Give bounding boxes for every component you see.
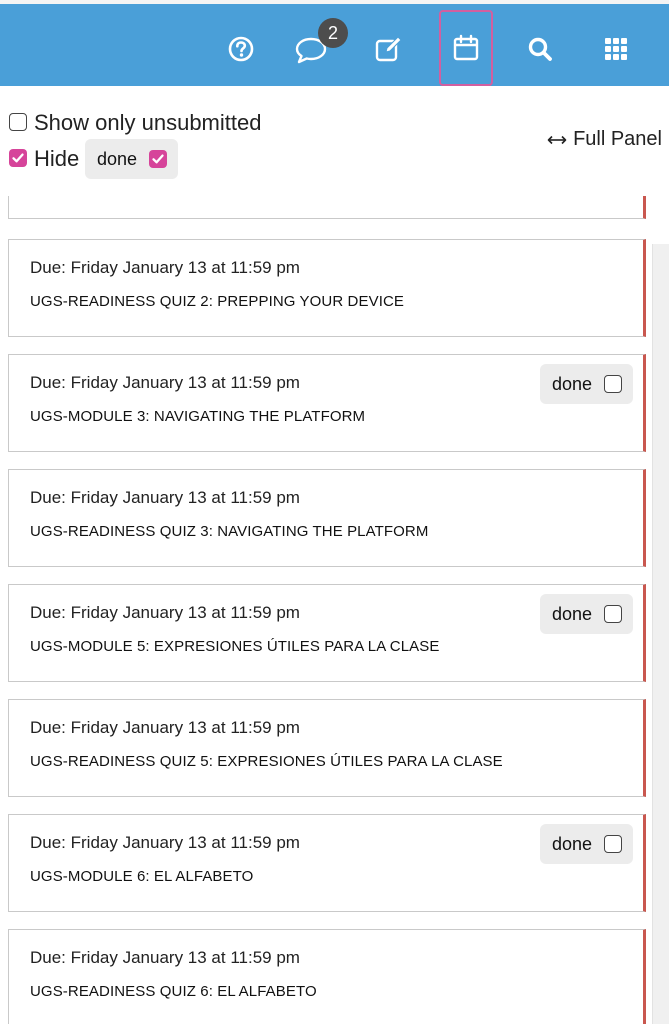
assignment-title[interactable]: UGS-READINESS QUIZ 5: EXPRESIONES ÚTILES… [30,753,503,770]
edit-icon [375,36,402,62]
full-panel-label: Full Panel [573,128,662,150]
due-date: Due: Friday January 13 at 11:59 pm [30,373,300,392]
list-item[interactable]: Due: Friday January 13 at 11:59 pm UGS-M… [8,814,646,912]
assignment-title[interactable]: UGS-MODULE 6: EL ALFABETO [30,868,253,885]
list-item[interactable]: Due: Friday January 13 at 11:59 pm UGS-R… [8,239,646,337]
due-date: Due: Friday January 13 at 11:59 pm [30,948,300,967]
mark-done-toggle[interactable]: done [540,364,633,404]
assignment-title[interactable]: UGS-READINESS QUIZ 3: NAVIGATING THE PLA… [30,523,428,540]
compose-button[interactable] [362,12,416,86]
done-checkbox[interactable] [604,605,622,623]
done-label: done [552,374,593,394]
hide-checkbox[interactable] [9,149,27,167]
checkmark-icon [12,153,24,163]
list-item[interactable]: Due: Friday January 13 at 11:59 pm UGS-R… [8,699,646,797]
help-icon [228,36,254,62]
assignment-list: Due: Friday January 13 at 11:59 pm UGS-R… [0,196,669,1024]
hide-done-checkbox[interactable] [149,150,167,168]
done-label: done [552,834,593,854]
list-scrollbar[interactable] [652,244,669,1024]
help-button[interactable] [214,12,268,86]
calendar-button[interactable] [439,10,493,86]
assignment-filters: Show only unsubmitted Hide done Full Pan… [0,86,669,196]
top-toolbar: 2 [0,0,669,86]
hide-label[interactable]: Hide [34,146,79,172]
due-date: Due: Friday January 13 at 11:59 pm [30,718,300,737]
hide-done-label: done [97,149,138,169]
checkmark-icon [152,154,164,164]
apps-grid-icon [605,38,627,60]
due-date: Due: Friday January 13 at 11:59 pm [30,488,300,507]
list-item[interactable]: Due: Friday January 13 at 11:59 pm UGS-M… [8,584,646,682]
search-button[interactable] [513,12,567,86]
calendar-icon [453,34,479,61]
assignment-title[interactable]: UGS-READINESS QUIZ 6: EL ALFABETO [30,983,317,1000]
assignment-title[interactable]: UGS-MODULE 3: NAVIGATING THE PLATFORM [30,408,365,425]
mark-done-toggle[interactable]: done [540,594,633,634]
due-date: Due: Friday January 13 at 11:59 pm [30,258,300,277]
chat-unread-badge: 2 [318,18,348,48]
mark-done-toggle[interactable]: done [540,824,633,864]
show-only-unsubmitted-checkbox[interactable] [9,113,27,131]
show-only-unsubmitted-label[interactable]: Show only unsubmitted [34,110,261,136]
list-item[interactable]: Due: Friday January 13 at 11:59 pm UGS-R… [8,929,646,1024]
due-date: Due: Friday January 13 at 11:59 pm [30,833,300,852]
hide-done-toggle[interactable]: done [85,139,178,179]
full-panel-button[interactable]: Full Panel [547,128,662,151]
done-checkbox[interactable] [604,375,622,393]
done-checkbox[interactable] [604,835,622,853]
due-date: Due: Friday January 13 at 11:59 pm [30,603,300,622]
done-label: done [552,604,593,624]
assignment-title[interactable]: UGS-MODULE 5: EXPRESIONES ÚTILES PARA LA… [30,638,439,655]
list-item-partial [8,196,646,219]
apps-button[interactable] [589,12,643,86]
left-right-arrow-icon [547,135,567,144]
assignment-title[interactable]: UGS-READINESS QUIZ 2: PREPPING YOUR DEVI… [30,293,404,310]
list-item[interactable]: Due: Friday January 13 at 11:59 pm UGS-R… [8,469,646,567]
search-icon [528,37,552,61]
list-item[interactable]: Due: Friday January 13 at 11:59 pm UGS-M… [8,354,646,452]
